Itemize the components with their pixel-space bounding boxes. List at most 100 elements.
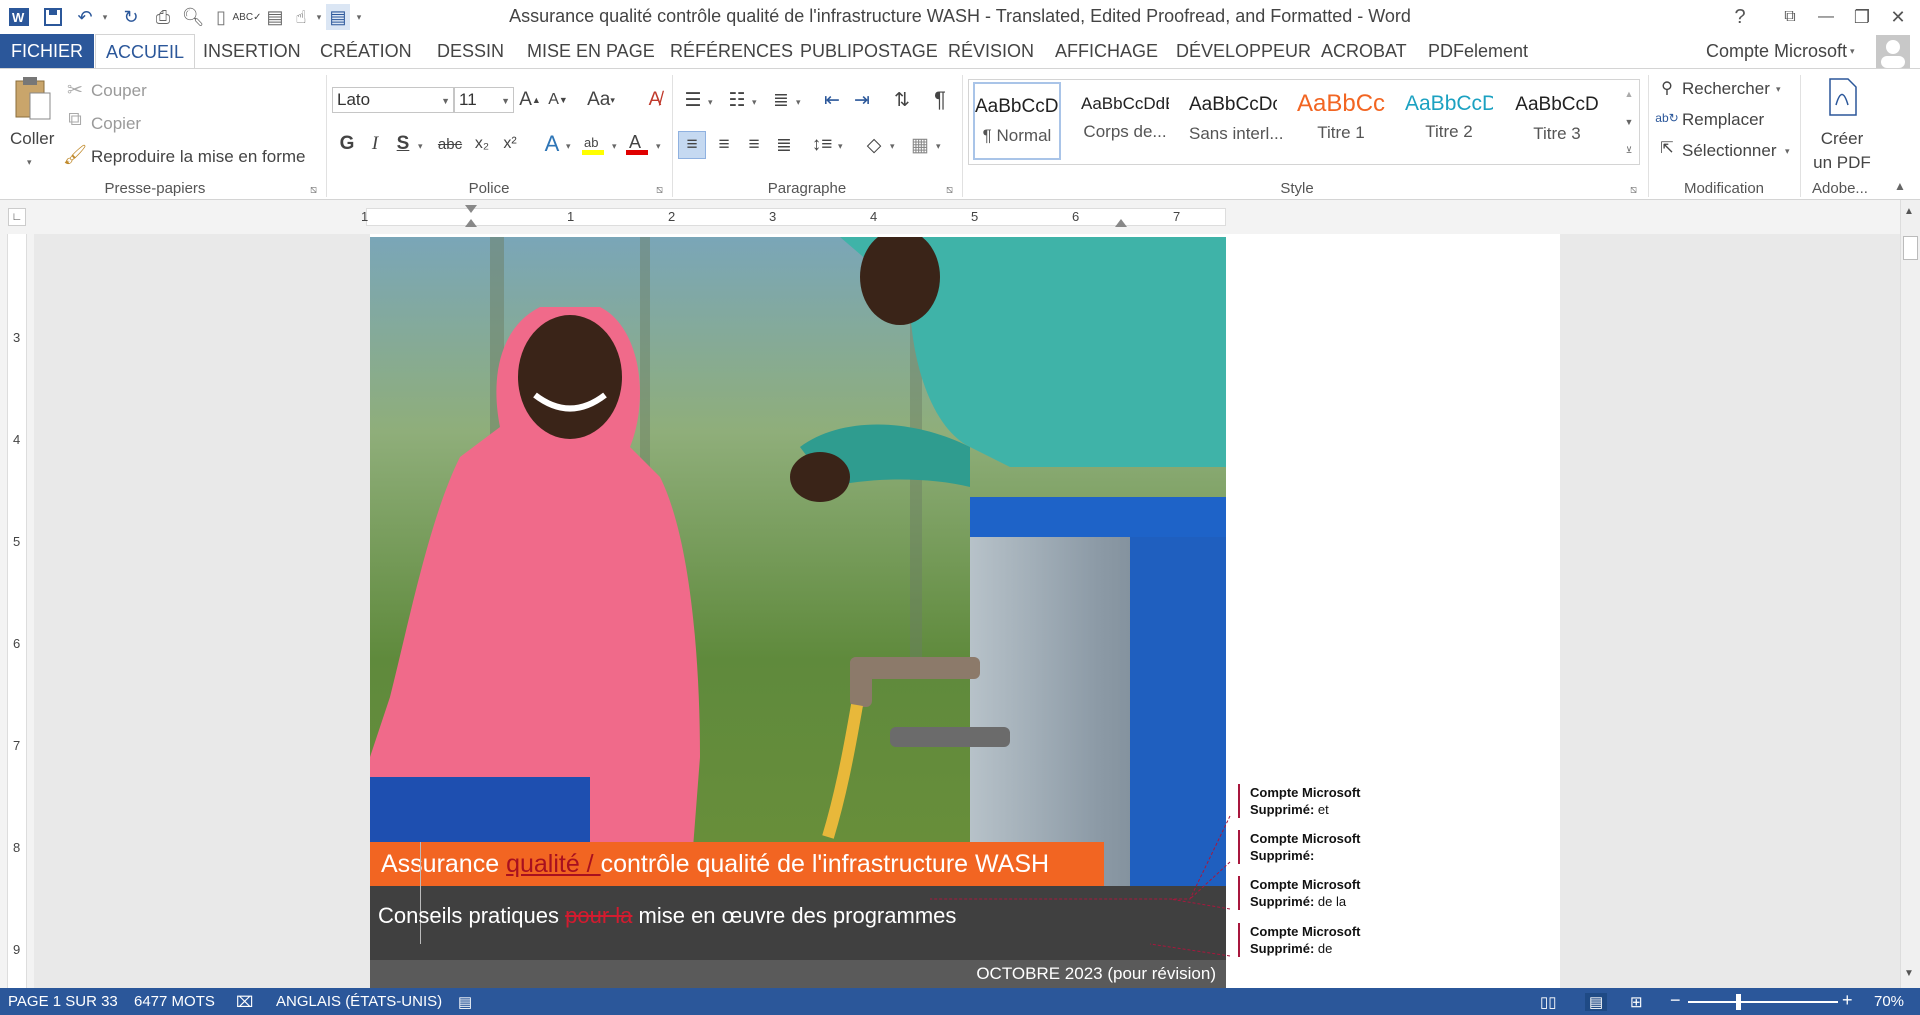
highlight-icon[interactable]: ab xyxy=(580,131,610,157)
font-size-combo[interactable]: 11 ▼ xyxy=(454,87,514,113)
tab-references[interactable]: RÉFÉRENCES xyxy=(660,34,803,68)
ribbon-display-options-button[interactable]: ⧉ xyxy=(1772,2,1808,32)
tab-mise-en-page[interactable]: MISE EN PAGE xyxy=(517,34,665,68)
tab-accueil[interactable]: ACCUEIL xyxy=(95,34,196,69)
format-painter-icon[interactable]: 🖌︎ xyxy=(63,144,87,166)
zoom-slider-thumb[interactable] xyxy=(1736,994,1741,1010)
align-left-icon[interactable]: ≡ xyxy=(678,131,706,159)
align-right-icon[interactable]: ≡ xyxy=(740,131,768,159)
decrease-indent-icon[interactable]: ⇤ xyxy=(818,87,846,113)
italic-button[interactable]: I xyxy=(364,131,386,157)
text-effects-icon[interactable]: A xyxy=(538,131,566,157)
style-heading-2[interactable]: AaBbCcD Titre 2 xyxy=(1405,82,1493,160)
zoom-in-icon[interactable]: + xyxy=(1842,990,1853,1011)
paste-dropdown-icon[interactable]: ▾ xyxy=(27,157,32,168)
format-painter-button[interactable]: Reproduire la mise en forme xyxy=(91,147,305,167)
style-body[interactable]: AaBbCcDdE Corps de... xyxy=(1081,82,1169,160)
bullets-dropdown-icon[interactable]: ▾ xyxy=(708,97,713,108)
paste-button[interactable]: Coller xyxy=(10,129,54,149)
language-indicator[interactable]: ANGLAIS (ÉTATS-UNIS) xyxy=(276,993,442,1010)
vertical-ruler[interactable]: 3 4 5 6 7 8 9 xyxy=(0,234,34,988)
right-indent-marker-icon[interactable] xyxy=(1115,219,1127,227)
document-page[interactable]: Assurance qualité / contrôle qualité de … xyxy=(370,234,1560,988)
first-line-indent-marker-icon[interactable] xyxy=(465,205,477,213)
multilevel-list-icon[interactable]: ≣ xyxy=(766,87,796,113)
text-effects-dropdown-icon[interactable]: ▾ xyxy=(566,141,571,152)
help-button[interactable]: ? xyxy=(1722,2,1758,32)
tab-revision[interactable]: RÉVISION xyxy=(938,34,1044,68)
print-layout-view-icon[interactable]: ▤ xyxy=(1585,993,1608,1011)
tab-fichier[interactable]: FICHIER xyxy=(0,34,94,68)
tab-creation[interactable]: CRÉATION xyxy=(310,34,422,68)
create-pdf-icon[interactable] xyxy=(1824,77,1860,117)
revision-balloon[interactable]: Compte Microsoft Supprimé: de xyxy=(1238,923,1438,957)
scroll-thumb[interactable] xyxy=(1903,236,1918,260)
create-pdf-label-1[interactable]: Créer xyxy=(1818,129,1866,149)
tab-publipostage[interactable]: PUBLIPOSTAGE xyxy=(790,34,948,68)
macro-recording-icon[interactable]: ▤ xyxy=(458,993,472,1011)
tab-acrobat[interactable]: ACROBAT xyxy=(1311,34,1417,68)
tracked-deletion[interactable]: pour la xyxy=(565,903,632,928)
account-name[interactable]: Compte Microsoft xyxy=(1696,34,1857,68)
scroll-down-icon[interactable]: ▼ xyxy=(1904,968,1914,979)
underline-dropdown-icon[interactable]: ▾ xyxy=(418,141,423,152)
revision-balloon[interactable]: Compte Microsoft Supprimé: de la xyxy=(1238,876,1438,910)
clear-formatting-icon[interactable]: A̸ xyxy=(642,87,668,113)
copy-icon[interactable]: ⧉ xyxy=(64,109,86,131)
tab-selector-icon[interactable]: ∟ xyxy=(8,208,26,226)
hanging-indent-marker-icon[interactable] xyxy=(465,219,477,227)
font-launcher-icon[interactable]: ⧅ xyxy=(656,184,663,197)
numbering-icon[interactable]: ☷ xyxy=(722,87,752,113)
revision-balloon[interactable]: Compte Microsoft Supprimé: et xyxy=(1238,784,1438,818)
styles-scroll-down-icon[interactable]: ▼ xyxy=(1620,109,1638,135)
tracked-deletion[interactable]: qualité / xyxy=(506,850,601,878)
cover-subtitle[interactable]: Conseils pratiques pour la mise en œuvre… xyxy=(378,903,956,929)
sort-icon[interactable]: ⇅ xyxy=(888,87,916,113)
replace-button[interactable]: Remplacer xyxy=(1682,110,1764,130)
zoom-slider-track[interactable] xyxy=(1688,1001,1838,1003)
binoculars-icon[interactable]: ⚲ xyxy=(1656,77,1678,99)
multilevel-dropdown-icon[interactable]: ▾ xyxy=(796,97,801,108)
close-button[interactable]: ✕ xyxy=(1880,2,1916,32)
highlight-dropdown-icon[interactable]: ▾ xyxy=(612,141,617,152)
scroll-up-icon[interactable]: ▲ xyxy=(1904,206,1914,217)
proofing-icon[interactable]: ⌧ xyxy=(236,993,253,1011)
shading-icon[interactable]: ◇ xyxy=(860,131,888,159)
revision-balloon[interactable]: Compte Microsoft Supprimé: xyxy=(1238,830,1438,864)
subscript-button[interactable]: x₂ xyxy=(470,131,494,157)
borders-dropdown-icon[interactable]: ▾ xyxy=(936,141,941,152)
minimize-button[interactable]: — xyxy=(1808,2,1844,32)
word-count[interactable]: 6477 MOTS xyxy=(134,993,215,1010)
styles-more-icon[interactable]: ⊻ xyxy=(1620,137,1638,163)
paragraph-launcher-icon[interactable]: ⧅ xyxy=(946,184,953,197)
style-normal[interactable]: AaBbCcDc ¶ Normal xyxy=(973,82,1061,160)
justify-icon[interactable]: ≣ xyxy=(770,131,798,159)
tab-dessin[interactable]: DESSIN xyxy=(427,34,514,68)
style-heading-3[interactable]: AaBbCcD Titre 3 xyxy=(1513,82,1601,160)
web-layout-icon[interactable]: ⊞ xyxy=(1630,993,1643,1011)
replace-icon[interactable]: ab↻ xyxy=(1655,107,1678,129)
cut-button[interactable]: Couper xyxy=(91,81,147,101)
styles-launcher-icon[interactable]: ⧅ xyxy=(1630,184,1637,197)
account-dropdown-icon[interactable]: ▾ xyxy=(1850,46,1855,57)
strikethrough-button[interactable]: abc xyxy=(436,131,464,157)
vertical-scrollbar[interactable]: ▲ ▼ xyxy=(1900,200,1920,988)
paste-icon[interactable] xyxy=(10,75,54,123)
document-canvas[interactable]: Assurance qualité / contrôle qualité de … xyxy=(0,234,1900,988)
increase-indent-icon[interactable]: ⇥ xyxy=(848,87,876,113)
collapse-ribbon-icon[interactable]: ▲ xyxy=(1894,179,1906,193)
read-mode-icon[interactable]: ▯▯ xyxy=(1540,993,1557,1011)
font-color-icon[interactable]: A xyxy=(624,131,654,157)
align-center-icon[interactable]: ≡ xyxy=(710,131,738,159)
style-no-spacing[interactable]: AaBbCcDc Sans interl... xyxy=(1189,82,1284,160)
tab-developpeur[interactable]: DÉVELOPPEUR xyxy=(1166,34,1321,68)
underline-button[interactable]: S xyxy=(392,131,414,157)
avatar[interactable] xyxy=(1876,35,1910,68)
font-name-combo[interactable]: Lato ▼ xyxy=(332,87,454,113)
bold-button[interactable]: G xyxy=(336,131,358,157)
style-heading-1[interactable]: AaBbCc Titre 1 xyxy=(1297,82,1385,160)
clipboard-launcher-icon[interactable]: ⧅ xyxy=(310,184,317,197)
select-cursor-icon[interactable]: ⇱ xyxy=(1656,137,1678,159)
zoom-level[interactable]: 70% xyxy=(1874,993,1904,1010)
tab-pdfelement[interactable]: PDFelement xyxy=(1418,34,1538,68)
